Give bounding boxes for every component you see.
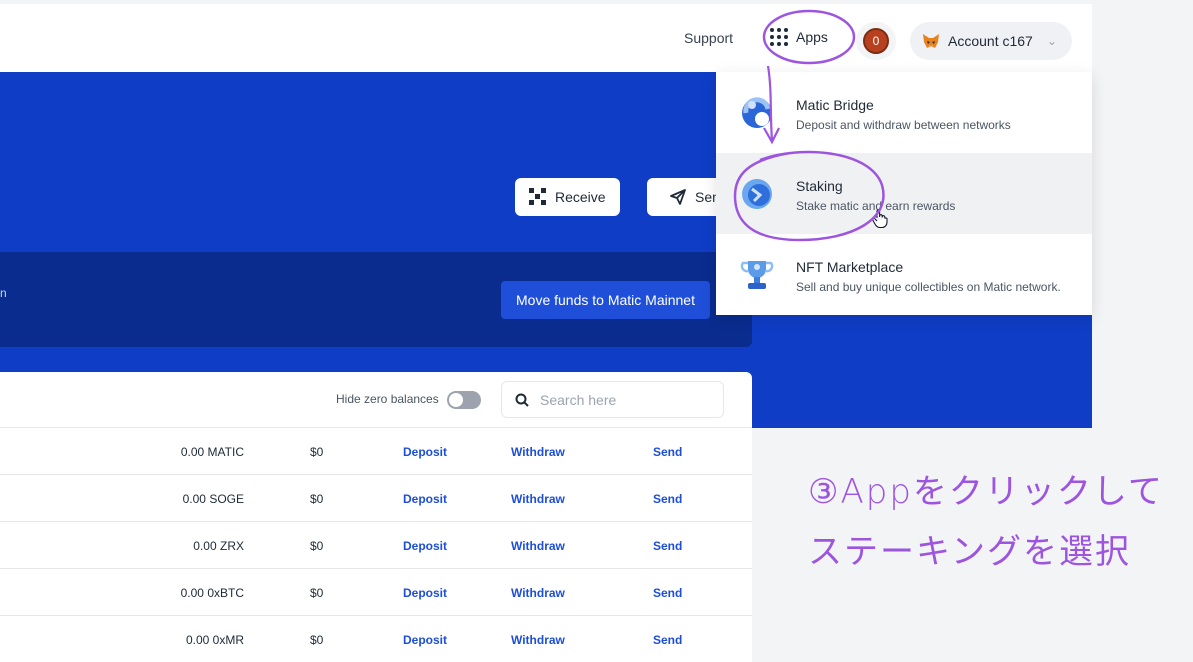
network-info-text: n: [0, 286, 7, 300]
move-funds-button[interactable]: Move funds to Matic Mainnet: [501, 281, 710, 319]
chevron-down-icon: ⌄: [1046, 34, 1057, 48]
notification-button[interactable]: 0: [856, 22, 896, 60]
account-selector[interactable]: Account c167 ⌄: [910, 22, 1072, 60]
withdraw-link[interactable]: Withdraw: [511, 586, 565, 600]
table-row: 0.00 SOGE $0 Deposit Withdraw Send: [0, 475, 752, 522]
send-link[interactable]: Send: [653, 539, 682, 553]
token-usd-value: $0: [310, 633, 324, 647]
deposit-link[interactable]: Deposit: [403, 445, 447, 459]
withdraw-link[interactable]: Withdraw: [511, 539, 565, 553]
annotation-line-1: ③Appをクリックして: [808, 472, 1164, 512]
apps-label: Apps: [796, 29, 828, 45]
annotation-line-2: ステーキングを選択: [808, 532, 1131, 572]
withdraw-link[interactable]: Withdraw: [511, 633, 565, 647]
send-link[interactable]: Send: [653, 586, 682, 600]
menu-item-title: Matic Bridge: [796, 97, 874, 113]
top-header: Support Apps 0 Account c167 ⌄: [0, 4, 1092, 72]
menu-item-title: Staking: [796, 178, 843, 194]
token-balance: 0.00 0xBTC: [180, 586, 244, 600]
metamask-fox-icon: [923, 34, 939, 48]
token-usd-value: $0: [310, 445, 324, 459]
instruction-annotation: ③Appをクリックして ステーキングを選択: [808, 462, 1164, 582]
token-balance: 0.00 ZRX: [193, 539, 244, 553]
token-search-box[interactable]: [501, 381, 724, 418]
send-link[interactable]: Send: [653, 492, 682, 506]
staking-icon: [742, 179, 772, 209]
token-usd-value: $0: [310, 492, 324, 506]
token-balance: 0.00 0xMR: [185, 633, 244, 647]
bridge-icon: [742, 97, 772, 128]
send-link[interactable]: Send: [653, 445, 682, 459]
menu-item-title: NFT Marketplace: [796, 259, 904, 275]
apps-dropdown-menu: Matic Bridge Deposit and withdraw betwee…: [716, 72, 1092, 315]
table-row: 0.00 MATIC $0 Deposit Withdraw Send: [0, 428, 752, 475]
search-icon: [515, 393, 529, 407]
support-link[interactable]: Support: [684, 30, 733, 46]
table-toolbar: Hide zero balances: [0, 372, 752, 428]
apps-grid-icon: [770, 28, 788, 46]
hand-cursor-icon: [872, 209, 888, 229]
deposit-link[interactable]: Deposit: [403, 586, 447, 600]
hide-zero-balances-toggle[interactable]: [447, 391, 481, 409]
qr-code-icon: [529, 188, 547, 206]
token-balance: 0.00 MATIC: [180, 445, 244, 459]
deposit-link[interactable]: Deposit: [403, 633, 447, 647]
hide-zero-balances-label: Hide zero balances: [336, 392, 439, 406]
account-label: Account c167: [948, 33, 1033, 49]
deposit-link[interactable]: Deposit: [403, 492, 447, 506]
table-row: 0.00 ZRX $0 Deposit Withdraw Send: [0, 522, 752, 569]
withdraw-link[interactable]: Withdraw: [511, 492, 565, 506]
withdraw-link[interactable]: Withdraw: [511, 445, 565, 459]
search-input[interactable]: [540, 390, 710, 410]
trophy-icon: [740, 261, 774, 289]
token-usd-value: $0: [310, 586, 324, 600]
receive-button[interactable]: Receive: [515, 178, 620, 216]
token-balance: 0.00 SOGE: [182, 492, 244, 506]
token-usd-value: $0: [310, 539, 324, 553]
apps-button[interactable]: Apps: [770, 28, 828, 46]
menu-item-staking[interactable]: Staking Stake matic and earn rewards: [716, 153, 1092, 234]
table-row: 0.00 0xMR $0 Deposit Withdraw Send: [0, 616, 752, 662]
menu-item-matic-bridge[interactable]: Matic Bridge Deposit and withdraw betwee…: [716, 72, 1092, 153]
send-link[interactable]: Send: [653, 633, 682, 647]
menu-item-description: Deposit and withdraw between networks: [796, 118, 1011, 132]
receive-label: Receive: [555, 189, 606, 205]
send-paper-plane-icon: [670, 189, 686, 205]
menu-item-description: Sell and buy unique collectibles on Mati…: [796, 280, 1061, 294]
token-balances-table: Hide zero balances 0.00 MATIC $0 Deposit…: [0, 372, 752, 662]
deposit-link[interactable]: Deposit: [403, 539, 447, 553]
menu-item-nft-marketplace[interactable]: NFT Marketplace Sell and buy unique coll…: [716, 234, 1092, 315]
table-row: 0.00 0xBTC $0 Deposit Withdraw Send: [0, 569, 752, 616]
notification-badge: 0: [863, 28, 889, 54]
